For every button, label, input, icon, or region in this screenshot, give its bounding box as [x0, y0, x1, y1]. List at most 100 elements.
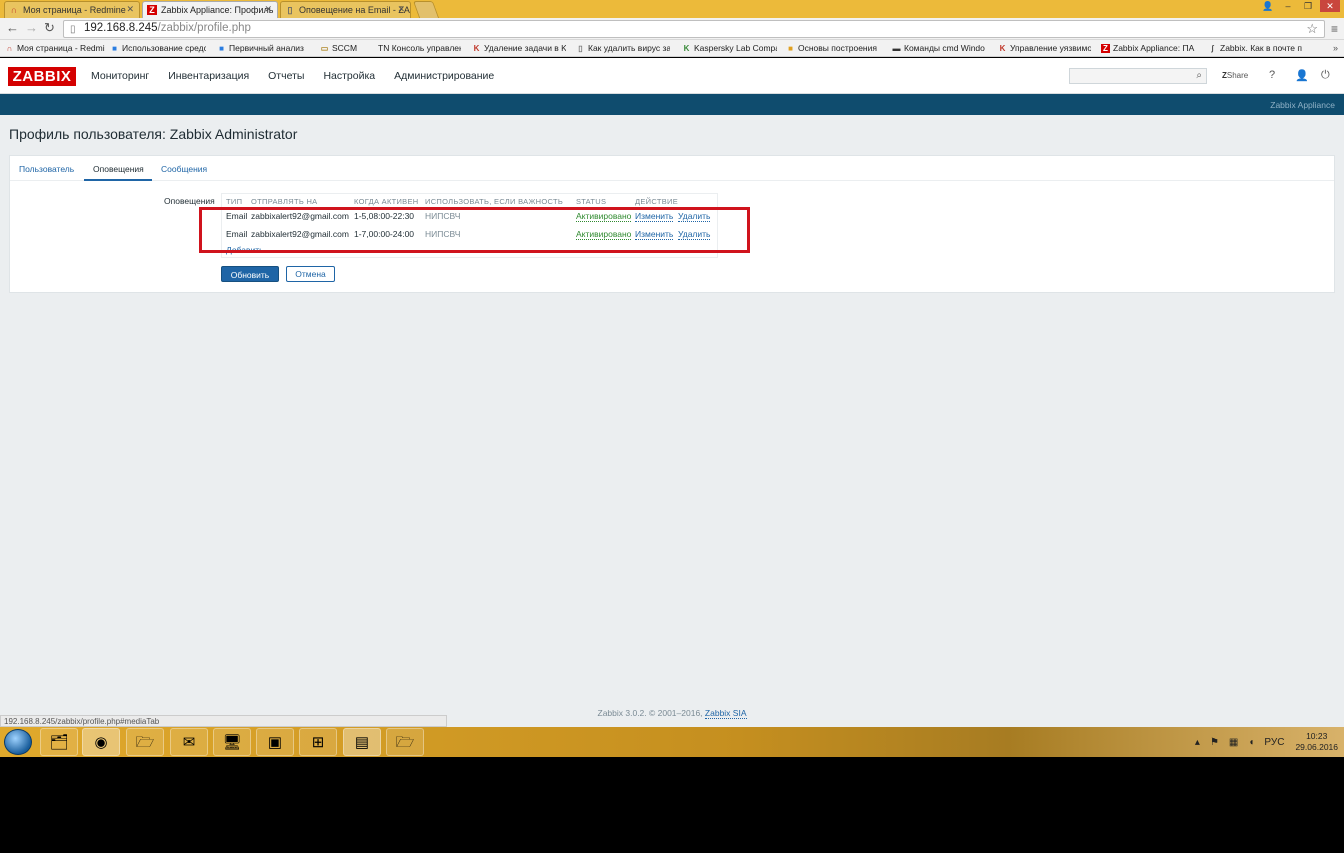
folder-icon[interactable]: 🗁 [126, 728, 164, 756]
tray-expand-icon[interactable]: ▴ [1195, 737, 1200, 748]
search-input[interactable]: ⌕ [1069, 68, 1207, 84]
app-window-icon[interactable]: ▤ [343, 728, 381, 756]
bookmark-star-icon[interactable]: ☆ [1306, 21, 1318, 37]
share-button[interactable]: ZShare [1222, 71, 1248, 80]
reload-icon[interactable]: ↻ [44, 21, 55, 35]
search-icon[interactable]: ⌕ [1196, 70, 1202, 81]
bookmark-item[interactable]: ■ Основы построения [786, 43, 880, 55]
bookmark-item[interactable]: ʃ Zabbix. Как в почте п [1208, 43, 1304, 55]
help-icon[interactable]: ? [1269, 69, 1275, 81]
bookmark-item[interactable]: ▭ SCCM [320, 43, 360, 55]
windows-icon: ■ [112, 44, 117, 53]
bookmark-item[interactable]: TN Консоль управления [366, 43, 461, 55]
tab-user[interactable]: Пользователь [19, 164, 74, 174]
page-icon: ▯ [578, 44, 583, 53]
bookmark-item[interactable]: K Управление уязвимо [998, 43, 1091, 55]
system-tray: ▴ ⚑ ▦ ◖ РУС 10:23 29.06.2016 [1190, 727, 1344, 757]
new-tab-button[interactable] [412, 1, 440, 18]
habr-icon: ʃ [1211, 44, 1214, 53]
folder-icon[interactable]: 🗁 [386, 728, 424, 756]
tab-label: Zabbix Appliance: Профиль [161, 5, 274, 15]
close-icon[interactable]: ✕ [126, 4, 134, 15]
browser-tabstrip: ∩ Моя страница - Redmine ✕ Z Zabbix Appl… [0, 0, 1344, 18]
tn-icon [366, 44, 375, 53]
page-icon: ▯ [70, 24, 76, 35]
tab-label: Моя страница - Redmine [23, 5, 126, 15]
column-header: ТИП [226, 197, 243, 206]
screen: ∩ Моя страница - Redmine ✕ Z Zabbix Appl… [0, 0, 1344, 853]
network-icon[interactable]: ▦ [1229, 737, 1238, 748]
outlook-icon[interactable]: ✉ [170, 728, 208, 756]
volume-icon[interactable]: ◖ [1248, 737, 1254, 748]
clock-date: 29.06.2016 [1295, 742, 1338, 752]
menu-monitoring[interactable]: Мониторинг [91, 70, 149, 82]
zabbix-logo[interactable]: ZABBIX [8, 67, 76, 86]
close-icon[interactable]: ✕ [264, 4, 272, 15]
close-window-icon[interactable]: ✕ [1320, 0, 1340, 12]
tab-messaging[interactable]: Сообщения [161, 164, 207, 174]
more-bookmarks-icon[interactable]: » [1333, 43, 1338, 53]
start-button[interactable] [4, 729, 32, 755]
zabbix-icon: Z [1101, 44, 1110, 53]
user-icon[interactable]: 👤 [1260, 0, 1276, 12]
remote-desktop-icon[interactable]: 🖥 [213, 728, 251, 756]
windows-taskbar: 🗂 ◉ 🗁 ✉ 🖥 ▣ ⊞ ▤ 🗁 ▴ ⚑ ▦ ◖ РУС 10:23 29.0… [0, 727, 1344, 757]
bookmark-item[interactable]: K Kaspersky Lab Compa [682, 43, 777, 55]
bookmarks-bar: ∩ Моя страница - Redmine ■ Использование с… [0, 40, 1344, 57]
menu-administration[interactable]: Администрирование [394, 70, 494, 82]
menu-configuration[interactable]: Настройка [323, 70, 375, 82]
browser-tab-redmine[interactable]: ∩ Моя страница - Redmine ✕ [4, 1, 140, 18]
back-icon[interactable]: ← [6, 21, 19, 35]
redmine-icon: ∩ [6, 44, 13, 53]
page-title: Профиль пользователя: Zabbix Administrat… [9, 126, 298, 142]
chrome-icon[interactable]: ◉ [82, 728, 120, 756]
page-icon: ▯ [287, 5, 293, 15]
browser-status-url: 192.168.8.245/zabbix/profile.php#mediaTa… [0, 715, 447, 727]
tab-media[interactable]: Оповещения [93, 164, 144, 174]
network-tool-icon[interactable]: ⊞ [299, 728, 337, 756]
column-header: КОГДА АКТИВЕН [354, 197, 419, 206]
explorer-icon[interactable]: 🗂 [40, 728, 78, 756]
flag-icon[interactable]: ⚑ [1210, 737, 1219, 748]
bookmark-item[interactable]: Z Zabbix Appliance: ПА [1101, 43, 1196, 55]
language-indicator[interactable]: РУС [1264, 737, 1284, 748]
admin-tool-icon[interactable]: ▣ [256, 728, 294, 756]
cancel-button[interactable]: Отмена [286, 266, 335, 282]
chrome-menu-icon[interactable]: ≡ [1331, 22, 1338, 36]
server-name: Zabbix Appliance [1270, 100, 1335, 110]
maximize-icon[interactable]: ❐ [1300, 0, 1316, 12]
menu-reports[interactable]: Отчеты [268, 70, 304, 82]
clock-time: 10:23 [1306, 731, 1328, 741]
bookmark-item[interactable]: ▬ Команды cmd Windo [892, 43, 987, 55]
annotation-highlight-box [199, 207, 750, 253]
url-host: 192.168.8.245 [84, 22, 158, 34]
update-button[interactable]: Обновить [221, 266, 279, 282]
zabbix-icon: Z [147, 5, 157, 15]
footer-link[interactable]: Zabbix SIA [704, 708, 747, 719]
bookmark-item[interactable]: K Удаление задачи в K [472, 43, 566, 55]
bookmark-item[interactable]: ■Использование средств [110, 43, 206, 55]
forward-icon[interactable]: → [25, 21, 38, 35]
media-label: Оповещения [164, 196, 215, 206]
address-bar[interactable]: ▯ 192.168.8.245/zabbix/profile.php ☆ [63, 20, 1325, 38]
profile-tabs: Пользователь Оповещения Сообщения [10, 156, 1334, 181]
bookmark-item[interactable]: ∩ Моя страница - Redmine [5, 43, 105, 55]
user-profile-icon[interactable]: 👤 [1295, 69, 1309, 82]
column-header: ИСПОЛЬЗОВАТЬ, ЕСЛИ ВАЖНОСТЬ [425, 197, 564, 206]
clock[interactable]: 10:23 29.06.2016 [1295, 731, 1338, 753]
server-bar: Zabbix Appliance [0, 94, 1344, 115]
logout-icon[interactable]: ⏻ [1321, 69, 1330, 82]
main-menu: Мониторинг Инвентаризация Отчеты Настрой… [91, 70, 494, 82]
folder-icon: ▭ [320, 44, 329, 53]
kaspersky-icon: K [683, 44, 690, 53]
menu-inventory[interactable]: Инвентаризация [168, 70, 249, 82]
window-controls: 👤 – ❐ ✕ [1260, 0, 1340, 14]
bookmark-item[interactable]: ▯ Как удалить вирус за [576, 43, 670, 55]
browser-tab-zabbix[interactable]: Z Zabbix Appliance: Профиль ✕ [142, 1, 278, 18]
bookmark-item[interactable]: ■ Первичный анализ [217, 43, 310, 55]
minimize-icon[interactable]: – [1280, 0, 1296, 12]
browser-tab-email[interactable]: ▯ Оповещение на Email - ZABBIX ✕ [280, 1, 411, 18]
zabbix-topnav: ZABBIX Мониторинг Инвентаризация Отчеты … [0, 58, 1344, 94]
column-header: ДЕЙСТВИЕ [635, 197, 679, 206]
close-icon[interactable]: ✕ [397, 4, 405, 15]
